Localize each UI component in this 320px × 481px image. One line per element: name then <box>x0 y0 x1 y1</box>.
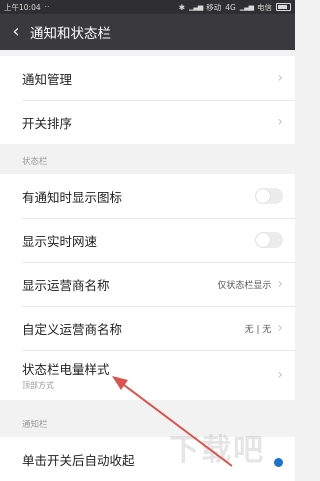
item-label: 显示运营商名称 <box>22 277 110 293</box>
item-value: 仅状态栏显示 <box>217 280 272 291</box>
item-label: 通知管理 <box>22 71 73 87</box>
item-label: 单击开关后自动收起 <box>22 452 135 468</box>
item-label: 有通知时显示图标 <box>22 189 123 205</box>
list-item-show-icon-on-notify[interactable]: 有通知时显示图标 <box>0 174 295 218</box>
list-item-notification-management[interactable]: 通知管理 › <box>0 56 295 100</box>
battery-icon <box>276 3 291 11</box>
chevron-right-icon: › <box>277 70 283 86</box>
title-bar: ‹ 通知和状态栏 <box>0 14 295 50</box>
signal-icon: ▁▃▅ <box>189 3 203 11</box>
item-label: 显示实时网速 <box>22 233 98 249</box>
page-title: 通知和状态栏 <box>30 26 111 42</box>
carrier-1: 移动 <box>206 2 222 12</box>
list-item-show-net-speed[interactable]: 显示实时网速 <box>0 218 295 262</box>
status-bar-section: 有通知时显示图标 显示实时网速 显示运营商名称 仅状态栏显示 › 自定义运营商名… <box>0 174 295 400</box>
chevron-right-icon: › <box>277 114 283 130</box>
item-label: 状态栏电量样式 <box>22 362 110 377</box>
chevron-right-icon: › <box>277 320 283 336</box>
list-item-show-carrier-name[interactable]: 显示运营商名称 仅状态栏显示 › <box>0 262 295 306</box>
toggle-switch[interactable] <box>255 232 283 248</box>
list-item-switch-order[interactable]: 开关排序 › <box>0 100 295 144</box>
chevron-right-icon: › <box>277 367 283 383</box>
item-subtitle: 顶部方式 <box>22 381 54 390</box>
list-item-battery-style[interactable]: 状态栏电量样式 顶部方式 › <box>0 350 295 400</box>
notification-icons: · · <box>44 3 50 11</box>
signal-icon-2: ▁▃▅ <box>239 3 254 11</box>
item-label: 开关排序 <box>22 115 73 131</box>
bluetooth-icon: ✱ <box>178 2 186 12</box>
network-type: 4G <box>225 2 236 12</box>
status-bar: 上午10:04 · · ✱ ▁▃▅ 移动 4G ▁▃▅ 电信 <box>0 0 295 14</box>
top-settings-section: 通知管理 › 开关排序 › <box>0 56 295 144</box>
chevron-right-icon: › <box>277 276 283 292</box>
toggle-switch[interactable] <box>255 188 283 204</box>
chevron-left-icon[interactable]: ‹ <box>8 22 24 42</box>
item-value: 无 | 无 <box>244 324 272 335</box>
carrier-2: 电信 <box>257 2 272 12</box>
group-header-status-bar: 状态栏 <box>22 157 48 167</box>
clock: 上午10:04 <box>4 2 41 12</box>
item-label: 自定义运营商名称 <box>22 321 123 337</box>
list-item-custom-carrier-name[interactable]: 自定义运营商名称 无 | 无 › <box>0 306 295 350</box>
group-header-notification-bar: 通知栏 <box>22 420 48 430</box>
watermark-logo: 下载吧 <box>169 433 265 468</box>
watermark-dot <box>274 458 283 467</box>
